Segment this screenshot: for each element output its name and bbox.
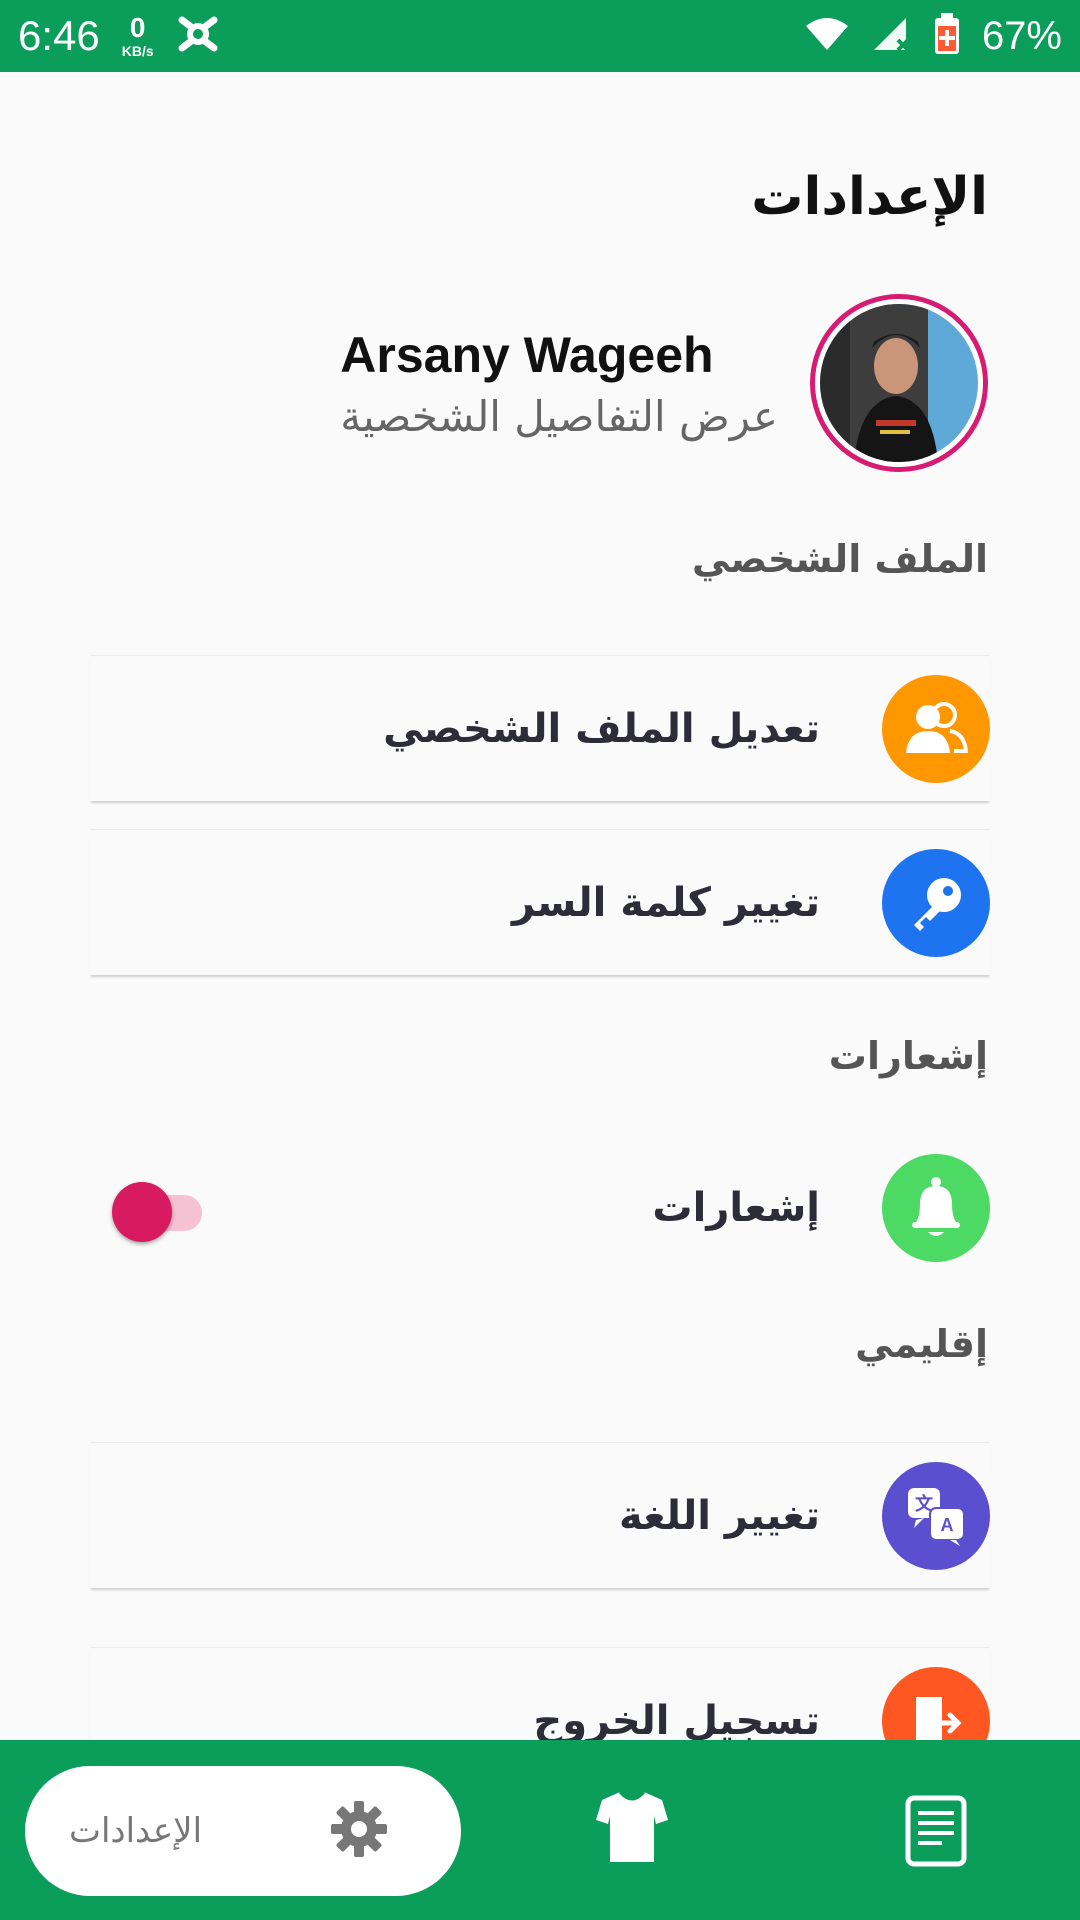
edit-profile-label: تعديل الملف الشخصي [383,705,820,752]
key-icon [882,848,990,957]
users-icon [882,674,990,783]
logout-row[interactable]: تسجيل الخروج [90,1647,990,1740]
battery-icon [934,13,960,59]
settings-content: الإعدادات Arsany Wageeh عرض التفاصيل الش… [0,72,1080,1740]
view-profile-details-link[interactable]: عرض التفاصيل الشخصية [340,392,778,441]
change-password-label: تغيير كلمة السر [512,879,820,926]
bell-icon [882,1154,990,1262]
section-header-notifications: إشعارات [828,1034,988,1078]
app-notification-icon [176,12,220,60]
status-bar: 6:46 0 KB/s 67% [0,0,1080,72]
edit-profile-row[interactable]: تعديل الملف الشخصي [90,655,990,801]
svg-text:A: A [941,1515,954,1535]
status-left: 6:46 0 KB/s [18,12,220,60]
avatar-photo [815,299,983,467]
profile-card[interactable]: Arsany Wageeh عرض التفاصيل الشخصية [340,294,988,472]
nav-team-tab[interactable] [596,1790,668,1868]
gear-icon [329,1799,389,1863]
network-speed-value: 0 [129,12,146,43]
notifications-label: إشعارات [652,1185,820,1231]
avatar[interactable] [810,294,988,472]
status-time: 6:46 [18,12,100,59]
change-password-row[interactable]: تغيير كلمة السر [90,829,990,975]
translate-icon: 文 A [882,1461,990,1570]
toggle-knob [112,1182,172,1242]
logout-label: تسجيل الخروج [533,1697,820,1741]
nav-settings-label: الإعدادات [69,1811,203,1851]
nav-news-tab[interactable] [905,1795,967,1871]
wifi-icon [804,16,850,56]
jersey-icon [596,1790,668,1868]
status-right: 67% [804,13,1062,59]
page-title: الإعدادات [751,167,988,227]
notifications-row[interactable]: إشعارات [90,1135,990,1281]
battery-percent: 67% [981,13,1062,58]
notifications-toggle[interactable] [102,1178,202,1242]
change-language-row[interactable]: 文 A تغيير اللغة [90,1442,990,1588]
cell-signal-icon [872,16,912,56]
news-icon [905,1795,967,1871]
network-speed-unit: KB/s [121,43,154,59]
bottom-navigation: الإعدادات [0,1740,1080,1920]
profile-text: Arsany Wageeh عرض التفاصيل الشخصية [340,326,778,441]
change-language-label: تغيير اللغة [619,1492,820,1539]
section-header-regional: إقليمي [855,1322,988,1366]
section-header-profile: الملف الشخصي [691,537,988,581]
nav-settings-tab[interactable]: الإعدادات [25,1766,461,1896]
network-speed: 0 KB/s [121,12,154,59]
exit-door-icon [882,1666,990,1740]
profile-name: Arsany Wageeh [340,326,714,383]
